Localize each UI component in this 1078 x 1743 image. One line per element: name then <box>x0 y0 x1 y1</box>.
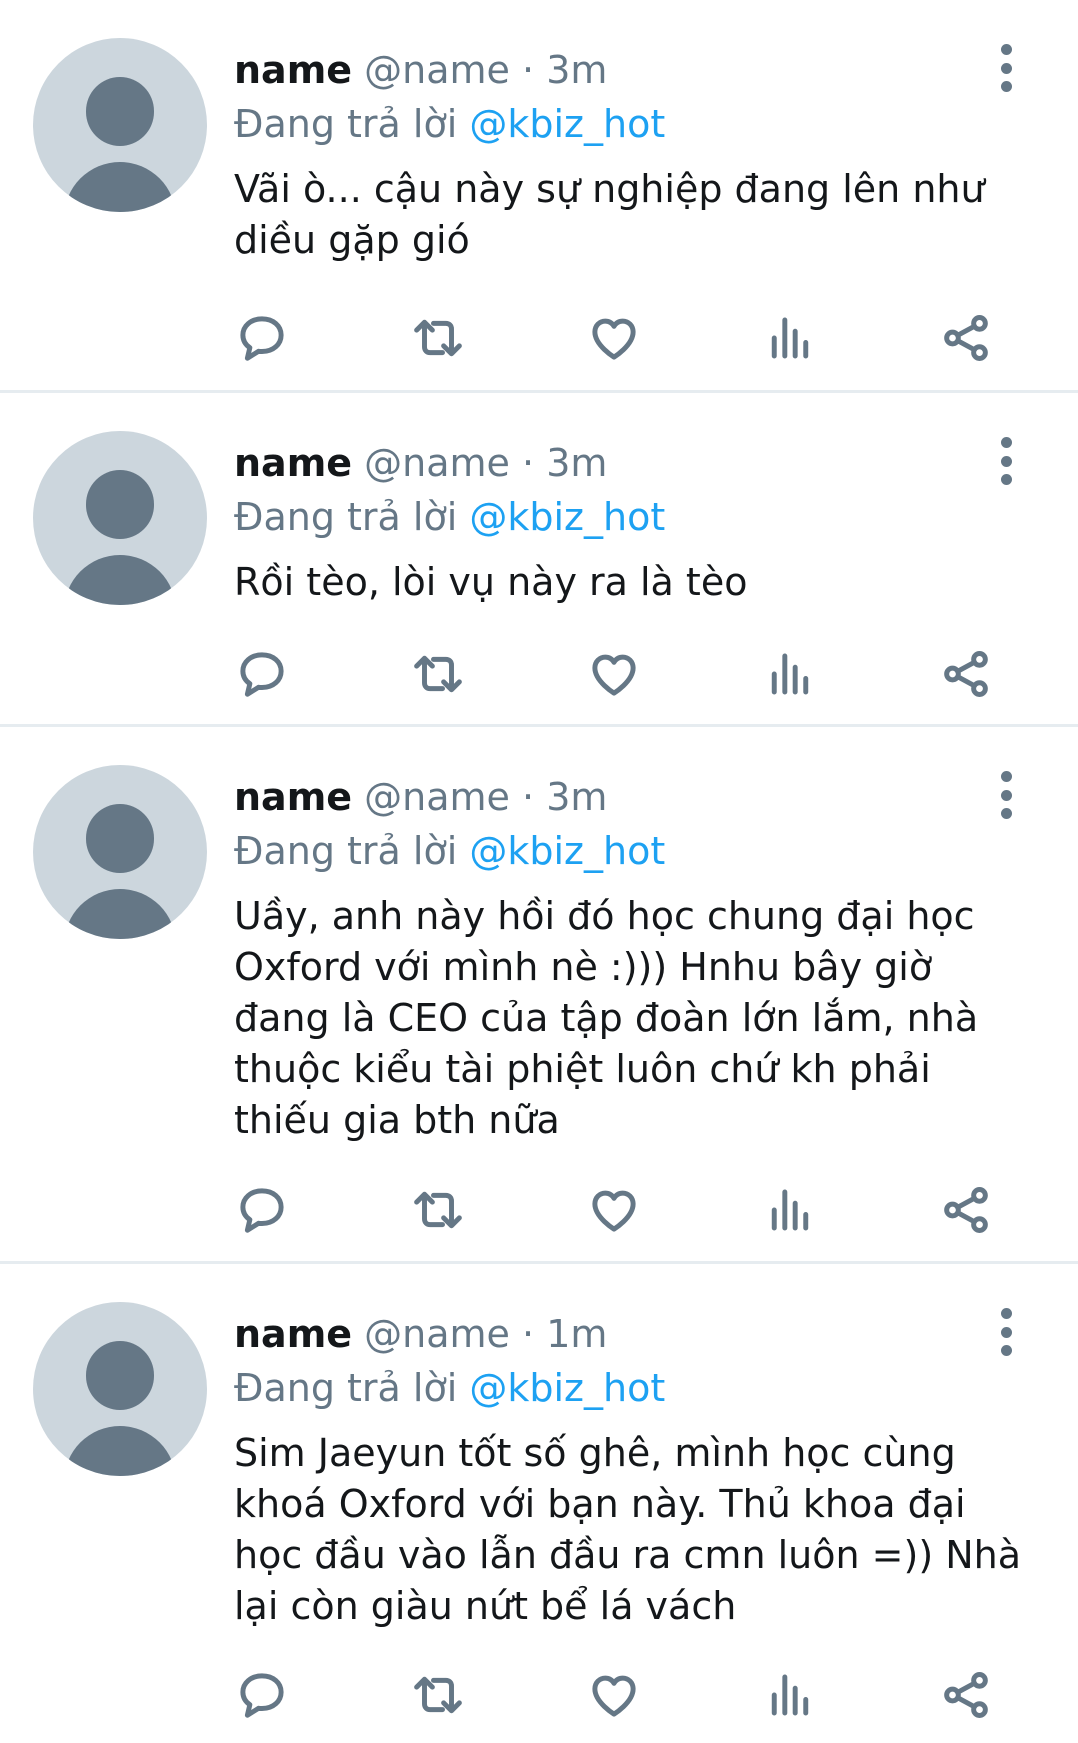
analytics-button[interactable] <box>760 644 820 704</box>
tweet-time[interactable]: 3m <box>546 775 607 819</box>
default-avatar-icon[interactable] <box>33 765 207 939</box>
replying-to: Đang trả lời @kbiz_hot <box>234 1360 1038 1416</box>
tweet-actions <box>234 644 1034 704</box>
more-vertical-icon[interactable] <box>994 44 1018 92</box>
tweet-content: name @name · 3m Đang trả lời @kbiz_hot U… <box>234 771 1038 1146</box>
tweet-actions <box>234 1665 1034 1725</box>
retweet-icon <box>414 1676 462 1714</box>
analytics-button[interactable] <box>760 1665 820 1725</box>
retweet-button[interactable] <box>408 308 468 368</box>
tweet-text: Rồi tèo, lòi vụ này ra là tèo <box>234 560 748 604</box>
like-button[interactable] <box>584 644 644 704</box>
tweet-time[interactable]: 1m <box>546 1312 607 1356</box>
reply-bubble-icon <box>240 1188 284 1233</box>
reply-prefix: Đang trả lời <box>234 102 458 146</box>
reply-button[interactable] <box>232 1665 292 1725</box>
replying-to: Đang trả lời @kbiz_hot <box>234 96 1038 152</box>
analytics-bars-icon <box>771 1674 809 1716</box>
tweet-content: name @name · 3m Đang trả lời @kbiz_hot V… <box>234 44 1038 266</box>
tweet[interactable]: name @name · 3m Đang trả lời @kbiz_hot U… <box>0 727 1078 1264</box>
tweet-header: name @name · 3m <box>234 771 1038 823</box>
retweet-icon <box>414 1191 462 1229</box>
tweet[interactable]: name @name · 1m Đang trả lời @kbiz_hot S… <box>0 1264 1078 1743</box>
mention-link[interactable]: @kbiz_hot <box>469 1366 665 1410</box>
like-button[interactable] <box>584 308 644 368</box>
heart-icon <box>592 1190 636 1232</box>
share-button[interactable] <box>936 308 996 368</box>
mention-link[interactable]: @kbiz_hot <box>469 495 665 539</box>
reply-button[interactable] <box>232 644 292 704</box>
tweet-header: name @name · 3m <box>234 437 1038 489</box>
reply-bubble-icon <box>240 316 284 361</box>
analytics-bars-icon <box>771 653 809 695</box>
share-button[interactable] <box>936 1665 996 1725</box>
tweet-time[interactable]: 3m <box>546 441 607 485</box>
tweet-header: name @name · 1m <box>234 1308 1038 1360</box>
tweet[interactable]: name @name · 3m Đang trả lời @kbiz_hot R… <box>0 393 1078 727</box>
user-handle[interactable]: @name <box>364 1312 510 1356</box>
retweet-button[interactable] <box>408 644 468 704</box>
tweet-text: Vãi ò... cậu này sự nghiệp đang lên như … <box>234 167 985 262</box>
user-handle[interactable]: @name <box>364 48 510 92</box>
separator-dot: · <box>522 441 535 485</box>
retweet-icon <box>414 655 462 693</box>
default-avatar-icon[interactable] <box>33 38 207 212</box>
separator-dot: · <box>522 775 535 819</box>
mention-link[interactable]: @kbiz_hot <box>469 102 665 146</box>
reply-bubble-icon <box>240 652 284 697</box>
reply-button[interactable] <box>232 308 292 368</box>
display-name[interactable]: name <box>234 441 352 485</box>
tweet[interactable]: name @name · 3m Đang trả lời @kbiz_hot V… <box>0 0 1078 393</box>
display-name[interactable]: name <box>234 775 352 819</box>
heart-icon <box>592 1675 636 1717</box>
like-button[interactable] <box>584 1665 644 1725</box>
display-name[interactable]: name <box>234 48 352 92</box>
share-icon <box>944 1672 988 1718</box>
heart-icon <box>592 654 636 696</box>
user-handle[interactable]: @name <box>364 441 510 485</box>
default-avatar-icon[interactable] <box>33 431 207 605</box>
share-icon <box>944 651 988 697</box>
tweet-header: name @name · 3m <box>234 44 1038 96</box>
reply-button[interactable] <box>232 1180 292 1240</box>
retweet-button[interactable] <box>408 1180 468 1240</box>
share-button[interactable] <box>936 1180 996 1240</box>
separator-dot: · <box>522 48 535 92</box>
analytics-button[interactable] <box>760 1180 820 1240</box>
tweet-actions <box>234 1180 1034 1240</box>
share-icon <box>944 1187 988 1233</box>
separator-dot: · <box>522 1312 535 1356</box>
retweet-icon <box>414 319 462 357</box>
more-vertical-icon[interactable] <box>994 437 1018 485</box>
replying-to: Đang trả lời @kbiz_hot <box>234 489 1038 545</box>
heart-icon <box>592 318 636 360</box>
reply-prefix: Đang trả lời <box>234 829 458 873</box>
user-handle[interactable]: @name <box>364 775 510 819</box>
tweet-content: name @name · 3m Đang trả lời @kbiz_hot R… <box>234 437 1038 608</box>
display-name[interactable]: name <box>234 1312 352 1356</box>
more-vertical-icon[interactable] <box>994 1308 1018 1356</box>
analytics-bars-icon <box>771 317 809 359</box>
tweet-text: Uầy, anh này hồi đó học chung đại học Ox… <box>234 894 979 1142</box>
default-avatar-icon[interactable] <box>33 1302 207 1476</box>
tweet-content: name @name · 1m Đang trả lời @kbiz_hot S… <box>234 1308 1038 1632</box>
reply-bubble-icon <box>240 1673 284 1718</box>
analytics-bars-icon <box>771 1189 809 1231</box>
tweet-actions <box>234 308 1034 368</box>
mention-link[interactable]: @kbiz_hot <box>469 829 665 873</box>
more-vertical-icon[interactable] <box>994 771 1018 819</box>
reply-prefix: Đang trả lời <box>234 495 458 539</box>
replying-to: Đang trả lời @kbiz_hot <box>234 823 1038 879</box>
share-button[interactable] <box>936 644 996 704</box>
like-button[interactable] <box>584 1180 644 1240</box>
analytics-button[interactable] <box>760 308 820 368</box>
retweet-button[interactable] <box>408 1665 468 1725</box>
share-icon <box>944 315 988 361</box>
reply-prefix: Đang trả lời <box>234 1366 458 1410</box>
tweet-text: Sim Jaeyun tốt số ghê, mình học cùng kho… <box>234 1431 1022 1628</box>
tweet-time[interactable]: 3m <box>546 48 607 92</box>
